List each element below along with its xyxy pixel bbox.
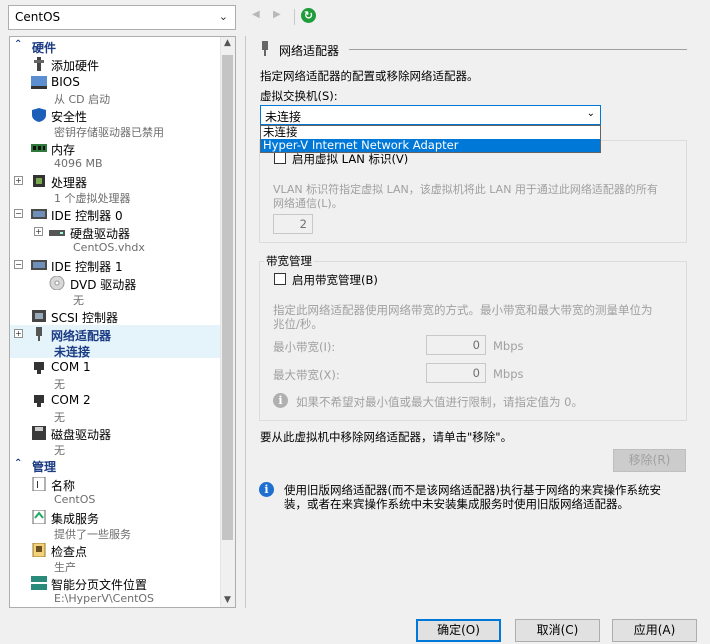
tree-item-integration-services[interactable]: 集成服务 提供了一些服务 [10, 508, 222, 541]
name-icon: I [32, 477, 46, 491]
tree-item-dvd-drive[interactable]: DVD 驱动器 无 [10, 274, 222, 307]
expand-icon[interactable]: + [14, 176, 23, 185]
tree-item-smart-paging[interactable]: 智能分页文件位置 E:\HyperV\CentOS [10, 574, 222, 607]
dvd-icon [49, 276, 65, 290]
shield-icon [32, 108, 46, 122]
com-port-icon [34, 362, 44, 374]
limit-info-text: 如果不希望对最小值或最大值进行限制，请指定值为 0。 [296, 395, 583, 409]
virtual-switch-options: 未连接 Hyper-V Internet Network Adapter [260, 125, 601, 153]
expand-icon[interactable]: + [14, 329, 23, 338]
tree-item-checkpoints[interactable]: 检查点 生产 [10, 541, 222, 574]
expand-icon[interactable]: + [34, 227, 43, 236]
remove-instruction: 要从此虚拟机中移除网络适配器，请单击"移除"。 [260, 430, 513, 444]
vlan-checkbox[interactable] [274, 152, 286, 164]
scrollbar-thumb[interactable] [222, 55, 233, 540]
tree-item-com2[interactable]: COM 2 无 [10, 391, 222, 424]
processor-icon [33, 175, 45, 187]
chevron-down-icon: ⌄ [586, 108, 595, 119]
add-hardware-icon [34, 57, 44, 71]
virtual-switch-dropdown[interactable]: 未连接 ⌄ [260, 105, 601, 125]
tree-item-hard-drive[interactable]: + 硬盘驱动器 CentOS.vhdx [10, 223, 222, 256]
cancel-button[interactable]: 取消(C) [515, 619, 600, 642]
hard-drive-icon [49, 230, 65, 236]
tree-item-ide-1[interactable]: − IDE 控制器 1 [10, 256, 222, 274]
tree-item-network-adapter[interactable]: + 网络适配器 未连接 [10, 325, 222, 359]
tree-item-memory[interactable]: 内存 4096 MB [10, 139, 222, 172]
tree-item-com1[interactable]: COM 1 无 [10, 358, 222, 391]
network-adapter-icon [36, 327, 42, 341]
remove-button[interactable]: 移除(R) [613, 449, 686, 472]
collapse-icon[interactable]: − [14, 260, 23, 269]
bandwidth-checkbox[interactable] [274, 273, 286, 285]
floppy-icon [32, 426, 46, 440]
back-arrow-icon[interactable]: ◀ [252, 9, 260, 20]
bandwidth-description-cont: 兆位/秒。 [273, 317, 323, 331]
settings-tree: ⌃ 硬件 添加硬件 BIOS 从 CD 启动 安全性 密钥存储驱动器已禁用 内存… [9, 36, 236, 608]
min-bandwidth-label: 最小带宽(I): [273, 340, 336, 354]
network-adapter-icon [262, 41, 268, 56]
collapse-icon[interactable]: − [14, 209, 23, 218]
svg-text:I: I [36, 480, 39, 491]
scroll-down-icon[interactable]: ▼ [224, 595, 231, 605]
virtual-switch-value: 未连接 [265, 110, 302, 124]
legacy-info-text-cont: 装，或者在来宾操作系统中未安装集成服务时使用旧版网络适配器。 [284, 497, 629, 511]
apply-button[interactable]: 应用(A) [612, 619, 697, 642]
section-title: 网络适配器 [279, 44, 340, 58]
max-bandwidth-unit: Mbps [493, 367, 524, 381]
bandwidth-title: 带宽管理 [264, 253, 314, 269]
vlan-description-cont: 网络通信(L)。 [273, 197, 343, 210]
bandwidth-checkbox-label: 启用带宽管理(B) [292, 273, 378, 287]
dialog-footer [0, 612, 710, 644]
category-hardware[interactable]: ⌃ 硬件 [10, 39, 222, 55]
refresh-icon[interactable]: ↻ [301, 8, 316, 23]
forward-arrow-icon[interactable]: ▶ [273, 9, 281, 20]
scsi-icon [32, 310, 46, 322]
tree-item-disk-drive[interactable]: 磁盘驱动器 无 [10, 424, 222, 457]
tree-item-scsi[interactable]: SCSI 控制器 [10, 307, 222, 325]
info-icon: i [259, 482, 274, 497]
category-management[interactable]: ⌃ 管理 [10, 458, 222, 474]
vlan-checkbox-label: 启用虚拟 LAN 标识(V) [292, 152, 409, 166]
switch-label: 虚拟交换机(S): [260, 89, 338, 103]
tree-item-add-hardware[interactable]: 添加硬件 [10, 55, 222, 73]
toolbar-separator [294, 9, 295, 25]
com-port-icon [34, 395, 44, 407]
option-hyperv-adapter[interactable]: Hyper-V Internet Network Adapter [261, 139, 600, 152]
memory-icon [31, 144, 47, 152]
controller-icon [31, 209, 47, 219]
min-bandwidth-input[interactable]: 0 [426, 335, 486, 355]
tree-item-ide-0[interactable]: − IDE 控制器 0 [10, 205, 222, 223]
bandwidth-description: 指定此网络适配器使用网络带宽的方式。最小带宽和最大带宽的测量单位为 [273, 303, 653, 317]
section-divider [349, 49, 687, 50]
checkpoint-icon [32, 543, 46, 557]
chevron-down-icon: ⌄ [218, 10, 228, 23]
tree-item-security[interactable]: 安全性 密钥存储驱动器已禁用 [10, 106, 222, 139]
tree-item-bios[interactable]: BIOS 从 CD 启动 [10, 73, 222, 106]
min-bandwidth-unit: Mbps [493, 339, 524, 353]
tree-item-processor[interactable]: + 处理器 1 个虚拟处理器 [10, 172, 222, 205]
ok-button[interactable]: 确定(O) [416, 619, 501, 642]
integration-icon [32, 510, 46, 524]
vm-select[interactable]: CentOS ⌄ [8, 5, 236, 30]
vm-select-value: CentOS [15, 10, 61, 24]
max-bandwidth-label: 最大带宽(X): [273, 368, 340, 382]
panel-description: 指定网络适配器的配置或移除网络适配器。 [260, 69, 479, 83]
collapse-arrow-icon: ⌃ [14, 458, 23, 469]
tree-item-name[interactable]: I 名称 CentOS [10, 475, 222, 508]
bios-icon [31, 76, 47, 89]
info-icon: i [273, 393, 288, 408]
controller-icon [31, 260, 47, 270]
max-bandwidth-input[interactable]: 0 [426, 363, 486, 383]
collapse-arrow-icon: ⌃ [14, 39, 23, 50]
vlan-id-input[interactable]: 2 [273, 214, 313, 234]
paging-file-icon [31, 576, 47, 590]
scroll-up-icon[interactable]: ▲ [224, 38, 231, 48]
